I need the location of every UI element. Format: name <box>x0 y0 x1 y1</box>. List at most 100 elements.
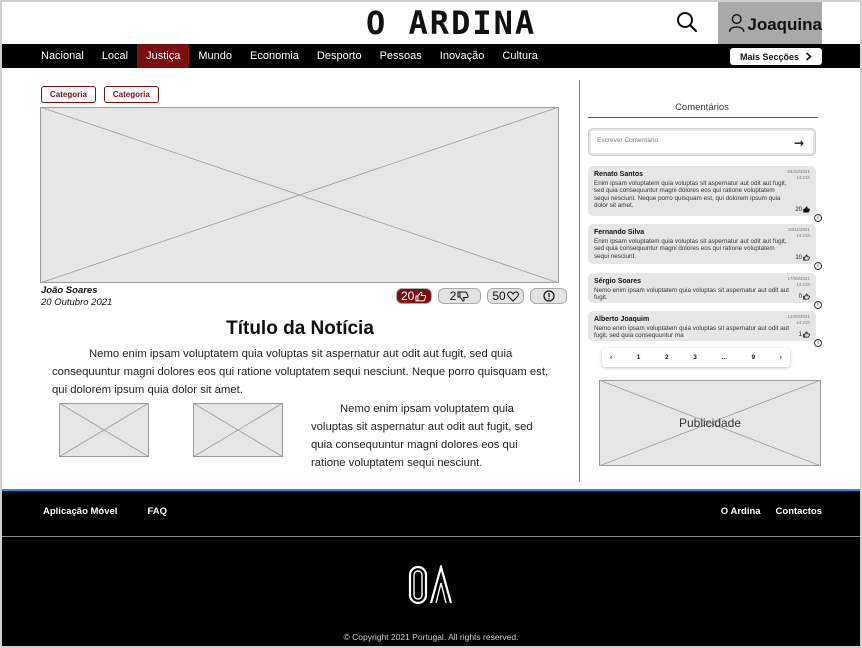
article-image-placeholder <box>40 107 559 283</box>
user-account-button[interactable]: Joaquina <box>718 2 822 44</box>
more-sections-button[interactable]: Mais Secções <box>730 48 822 65</box>
comment-author[interactable]: Sérgio Soares <box>594 278 810 285</box>
comment-timestamp: 04/10/2021 14:21h <box>787 169 810 181</box>
page-button[interactable]: 2 <box>665 354 669 361</box>
nav-item-desporto[interactable]: Desporto <box>308 44 371 68</box>
comment-card: Alberto Joaquim 12/09/2021 14:21h Nemo enim… <box>588 311 822 347</box>
comment-input-box: → <box>588 128 816 156</box>
dislike-button[interactable]: 2 <box>438 288 481 304</box>
comment-timestamp: 17/09/2021 14:21h <box>787 276 810 288</box>
section-nav: Nacional Local Justiça Mundo Economia Desport… <box>2 44 860 68</box>
footer-link-about[interactable]: O Ardina <box>721 506 761 517</box>
more-sections-label: Mais Secções <box>739 51 800 62</box>
ad-label: Publicidade <box>678 416 742 430</box>
prev-page-chevron-icon[interactable]: ‹ <box>610 354 612 361</box>
chevron-right-icon <box>805 52 812 61</box>
site-header: O ARDINA Joaquina <box>2 2 860 44</box>
comment-time: 14:21h <box>796 233 810 238</box>
nav-item-cultura[interactable]: Cultura <box>493 44 546 68</box>
nav-item-economia[interactable]: Economia <box>241 44 308 68</box>
category-tag[interactable]: Categoria <box>103 86 159 103</box>
page-button[interactable]: 3 <box>693 354 697 361</box>
comment-card: Fernando Silva 10/11/2021 14:21h Enim ipsam… <box>588 224 822 270</box>
comment-like-count: 0 <box>798 293 802 300</box>
comment-time: 14:21h <box>796 175 810 180</box>
article-paragraph: Nemo enim ipsam voluptatem quia voluptas… <box>311 403 533 469</box>
comment-like-count: 20 <box>795 206 802 213</box>
site-footer: Aplicação Móvel FAQ O Ardina Contactos ©… <box>2 489 860 646</box>
search-icon[interactable] <box>675 10 699 34</box>
footer-logo[interactable] <box>408 562 454 609</box>
comment-timestamp: 10/11/2021 14:21h <box>788 227 810 239</box>
comment-like-count: 1 <box>798 331 802 338</box>
page-ellipsis: ... <box>721 354 727 361</box>
comment-text: Nemo enim ipsam voluptatem quia voluptas… <box>594 325 789 340</box>
thumbs-up-icon <box>803 293 810 300</box>
nav-item-pessoas[interactable]: Pessoas <box>371 44 431 68</box>
footer-links-left: Aplicação Móvel FAQ <box>43 506 167 517</box>
comments-pagination: ‹ 1 2 3... 9 › <box>602 348 790 367</box>
alert-icon <box>542 290 555 302</box>
comment-like-button[interactable]: 20 <box>795 206 810 213</box>
info-icon[interactable]: i <box>814 301 822 309</box>
article-paragraph: Nemo enim ipsam voluptatem quia voluptas… <box>52 348 549 396</box>
comment-timestamp: 12/09/2021 14:21h <box>787 314 810 326</box>
nav-item-justica[interactable]: Justiça <box>137 44 190 68</box>
user-name: Joaquina <box>747 15 822 34</box>
nav-item-mundo[interactable]: Mundo <box>189 44 241 68</box>
comment-like-count: 10 <box>795 254 802 261</box>
thumbs-up-icon <box>803 206 810 213</box>
comment-like-button[interactable]: 1 <box>799 331 810 338</box>
report-button[interactable] <box>530 288 567 304</box>
footer-link-mobile-app[interactable]: Aplicação Móvel <box>43 506 117 517</box>
nav-item-nacional[interactable]: Nacional <box>32 44 93 68</box>
column-divider <box>579 80 580 482</box>
footer-link-faq[interactable]: FAQ <box>147 506 167 517</box>
send-arrow-icon[interactable]: → <box>794 136 804 150</box>
dislike-count: 2 <box>449 289 457 303</box>
footer-links-right: O Ardina Contactos <box>721 506 822 517</box>
page-button[interactable]: 9 <box>752 354 756 361</box>
comment-like-button[interactable]: 10 <box>795 254 810 261</box>
nav-item-local[interactable]: Local <box>93 44 137 68</box>
thumbs-down-icon <box>457 291 469 302</box>
site-logo[interactable]: O ARDINA <box>366 6 536 40</box>
thumbs-up-icon <box>803 254 810 261</box>
comment-author[interactable]: Fernando Silva <box>594 229 810 236</box>
comment-input[interactable] <box>597 137 787 144</box>
comment-author[interactable]: Alberto Joaquim <box>594 316 810 323</box>
comment-text: Nemo enim ipsam voluptatem quia voluptas… <box>594 287 789 302</box>
comment-text: Enim ipsam voluptatem quia voluptas sit … <box>594 180 787 209</box>
info-icon[interactable]: i <box>814 339 822 347</box>
favorite-button[interactable]: 50 <box>487 288 524 304</box>
info-icon[interactable]: i <box>814 214 822 222</box>
article-author[interactable]: João Soares <box>41 285 112 297</box>
user-icon <box>728 13 745 32</box>
category-tag[interactable]: Categoria <box>41 86 96 103</box>
footer-divider <box>2 536 860 537</box>
page-button[interactable]: 1 <box>637 354 641 361</box>
comment-time: 14:21h <box>796 282 810 287</box>
footer-link-contacts[interactable]: Contactos <box>776 506 822 517</box>
category-tags: Categoria Categoria <box>41 86 159 103</box>
article-title: Título da Notícia <box>226 318 374 339</box>
copyright-text: © Copyright 2021 Portugal. All rights re… <box>343 632 519 642</box>
thumbs-up-icon <box>803 331 810 338</box>
article-reactions: 20 2 50 <box>396 288 567 304</box>
nav-item-inovacao[interactable]: Inovação <box>431 44 494 68</box>
comment-time: 14:21h <box>796 320 810 325</box>
comment-card: Sérgio Soares 17/09/2021 14:21h Nemo enim i… <box>588 273 822 309</box>
info-icon[interactable]: i <box>814 262 822 270</box>
heart-icon <box>506 290 519 302</box>
comment-like-button[interactable]: 0 <box>799 293 810 300</box>
comment-card: Renato Santos 04/10/2021 14:21h Enim ipsam … <box>588 166 822 222</box>
like-count: 20 <box>401 289 415 303</box>
favorite-count: 50 <box>492 289 506 303</box>
comments-divider <box>588 117 818 118</box>
comments-heading: Comentários <box>675 102 729 113</box>
comment-text: Enim ipsam voluptatem quia voluptas sit … <box>594 238 787 260</box>
thumbs-up-icon <box>415 291 427 301</box>
next-page-chevron-icon[interactable]: › <box>780 354 782 361</box>
like-button[interactable]: 20 <box>396 288 432 304</box>
comment-author[interactable]: Renato Santos <box>594 171 810 178</box>
